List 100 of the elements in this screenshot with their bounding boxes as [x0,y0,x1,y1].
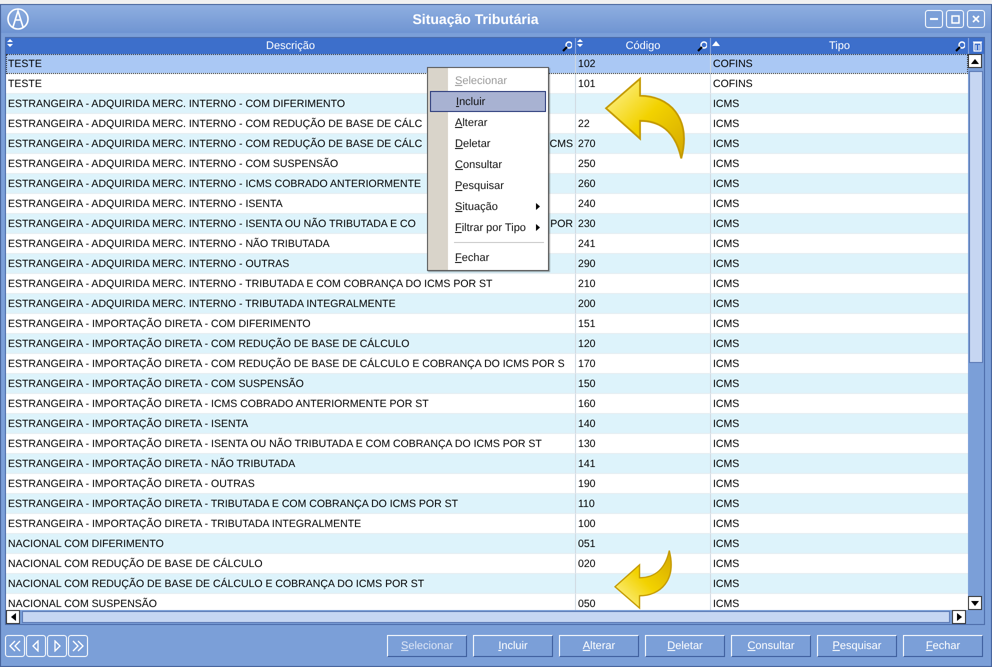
previous-record-button[interactable] [26,635,46,657]
table-cell: ICMS [713,358,740,370]
action-button[interactable]: Pesquisar [817,635,897,657]
menu-item[interactable]: Fechar [430,247,546,268]
minimize-icon [930,18,938,20]
close-icon [971,14,981,24]
table-cell: ICMS [713,278,740,290]
table-cell: 290 [578,258,596,270]
table-cell: ICMS [713,598,740,610]
table-cell: ICMS [713,538,740,550]
table-cell: 230 [578,218,596,230]
table-cell: ESTRANGEIRA - ADQUIRIDA MERC. INTERNO - COM REDUÇÃO DE BASE DE CÁLC [8,118,422,130]
search-icon[interactable] [697,41,707,52]
table-cell: NACIONAL COM SUSPENSÃO [8,598,157,610]
table-cell: 250 [578,158,596,170]
table-cell: 120 [578,338,596,350]
maximize-button[interactable] [946,10,964,28]
table-cell: NACIONAL COM REDUÇÃO DE BASE DE CÁLCULO [8,558,263,570]
table-cell: ESTRANGEIRA - IMPORTAÇÃO DIRETA - ISENTA OU NÃO TRIBUTADA E COM COBRANÇA DO ICMS POR ST [8,438,542,450]
action-button[interactable]: Incluir [473,635,553,657]
table-cell: ICMS [713,378,740,390]
table-cell: ESTRANGEIRA - IMPORTAÇÃO DIRETA - COM REDUÇÃO DE BASE DE CÁLCULO [8,338,410,350]
search-icon[interactable] [955,41,965,52]
menu-item[interactable]: Pesquisar [430,175,546,196]
scroll-right-button[interactable] [952,610,966,624]
table-cell: 210 [578,278,596,290]
table-cell: 141 [578,458,596,470]
table-cell: 260 [578,178,596,190]
action-button[interactable]: Deletar [645,635,725,657]
minimize-button[interactable] [925,10,943,28]
table-cell: ICMS [713,218,740,230]
table-cell: ESTRANGEIRA - IMPORTAÇÃO DIRETA - OUTRAS [8,478,255,490]
table-cell: ICMS [713,298,740,310]
table-cell: ICMS [713,478,740,490]
table-cell: ESTRANGEIRA - ADQUIRIDA MERC. INTERNO - COM REDUÇÃO DE BASE DE CÁLC [8,138,422,150]
logo-icon [7,8,29,30]
menu-item[interactable]: Filtrar por Tipo [430,217,546,238]
table-cell: ICMS [713,438,740,450]
table-cell: ICMS [713,418,740,430]
table-cell: 240 [578,198,596,210]
table-cell: COFINS [713,58,753,70]
table-cell: 100 [578,518,596,530]
menu-item[interactable]: Incluir [430,91,546,112]
table-cell: ICMS [713,558,740,570]
table-cell: ICMS [713,138,740,150]
action-button[interactable]: Alterar [559,635,639,657]
caret-right-icon [956,613,962,621]
table-cell: TESTE [8,78,42,90]
table-cell: 101 [578,78,596,90]
caret-down-icon [971,600,979,606]
table-cell: ICMS [713,498,740,510]
table-cell: 140 [578,418,596,430]
close-button[interactable] [967,10,985,28]
table-cell: NACIONAL COM DIFERIMENTO [8,538,164,550]
action-button[interactable]: Consultar [731,635,811,657]
last-record-button[interactable] [68,635,88,657]
table-cell: ICMS [713,338,740,350]
table-cell: NACIONAL COM REDUÇÃO DE BASE DE CÁLCULO E COBRANÇA DO ICMS POR ST [8,578,424,590]
table-cell: ESTRANGEIRA - IMPORTAÇÃO DIRETA - COM REDUÇÃO DE BASE DE CÁLCULO E COBRANÇA DO ICMS POR S [8,358,565,370]
table-cell: ESTRANGEIRA - ADQUIRIDA MERC. INTERNO - COM DIFERIMENTO [8,98,345,110]
scrollbar-thumb[interactable] [22,611,950,623]
table-cell: 22 [578,118,590,130]
search-icon[interactable] [562,41,572,52]
table-cell: 110 [578,498,595,510]
first-record-button[interactable] [5,635,25,657]
table-cell: ICMS [713,518,740,530]
table-cell: ICMS [713,398,740,410]
menu-item[interactable]: Consultar [430,154,546,175]
maximize-icon [950,14,960,24]
table-cell: ESTRANGEIRA - ADQUIRIDA MERC. INTERNO - TRIBUTADA INTEGRALMENTE [8,298,396,310]
menu-item[interactable]: Deletar [430,133,546,154]
table-cell: ICMS [713,458,740,470]
table-cell: ESTRANGEIRA - ADQUIRIDA MERC. INTERNO - ISENTA [8,198,283,210]
table-cell: ICMS [713,578,740,590]
table-cell: 241 [578,238,596,250]
next-record-button[interactable] [47,635,67,657]
table-cell: 050 [578,598,596,610]
table-cell: 151 [578,318,596,330]
action-button[interactable]: Fechar [903,635,983,657]
table-cell: ESTRANGEIRA - IMPORTAÇÃO DIRETA - COM SUSPENSÃO [8,378,304,390]
table-cell: 020 [578,558,596,570]
menu-item[interactable]: Alterar [430,112,546,133]
menu-item[interactable]: Situação [430,196,546,217]
scrollbar-thumb[interactable] [969,71,983,363]
double-right-icon [72,640,84,652]
scroll-up-button[interactable] [968,54,982,68]
scroll-left-button[interactable] [6,610,20,624]
table-cell: ESTRANGEIRA - ADQUIRIDA MERC. INTERNO - OUTRAS [8,258,290,270]
table-cell: 190 [578,478,596,490]
table-cell: ESTRANGEIRA - ADQUIRIDA MERC. INTERNO - COM SUSPENSÃO [8,158,338,170]
table-cell: ICMS [713,318,740,330]
table-cell: ESTRANGEIRA - ADQUIRIDA MERC. INTERNO - ICMS COBRADO ANTERIORMENTE [8,178,422,190]
table-cell: COFINS [713,78,753,90]
table-cell: ESTRANGEIRA - ADQUIRIDA MERC. INTERNO - ISENTA OU NÃO TRIBUTADA E CO [8,218,416,230]
table-cell: ESTRANGEIRA - IMPORTAÇÃO DIRETA - COM DIFERIMENTO [8,318,311,330]
table-cell: ICMS [713,98,740,110]
table-cell-text: CMS [550,138,574,150]
scroll-down-button[interactable] [968,596,982,610]
table-cell: 200 [578,298,596,310]
table-cell-text: POR [550,218,574,230]
